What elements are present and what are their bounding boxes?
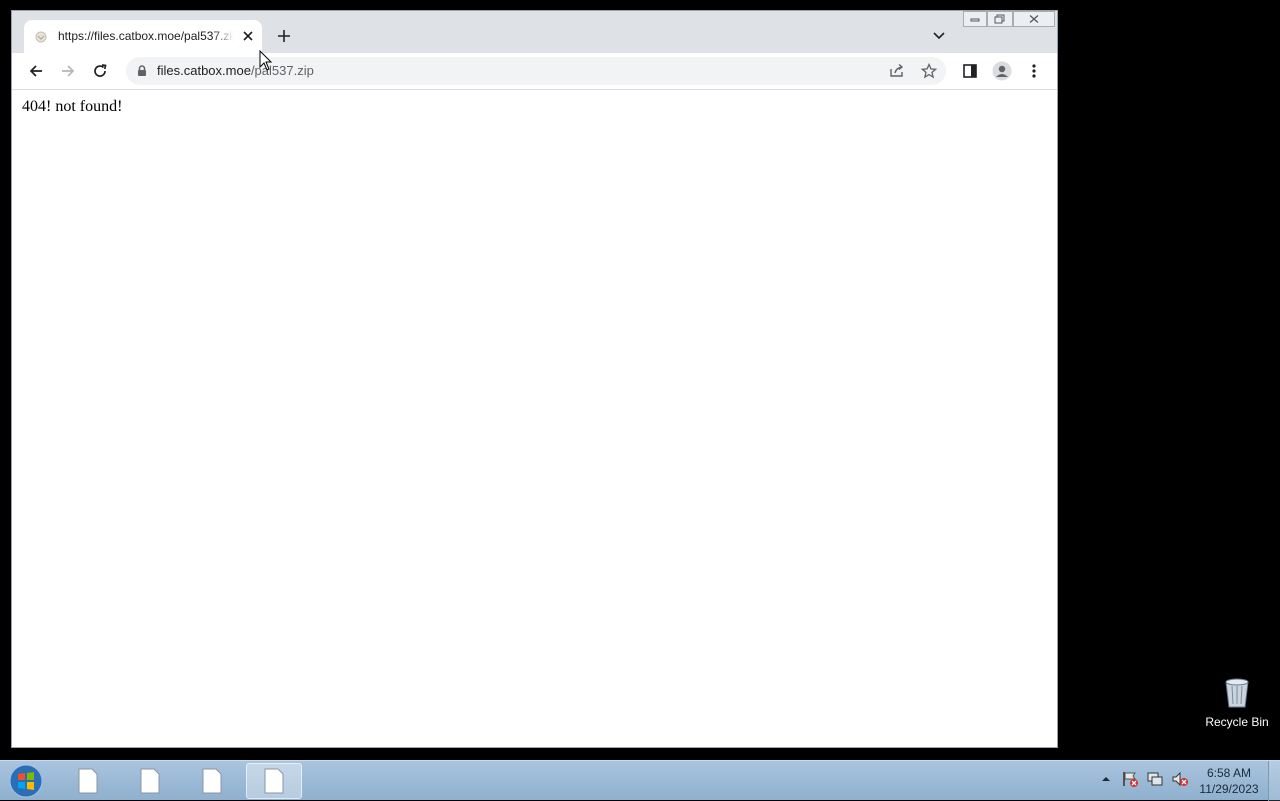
taskbar-item[interactable] <box>60 763 116 799</box>
volume-muted-icon[interactable] <box>1170 769 1190 789</box>
star-icon[interactable] <box>920 62 938 80</box>
new-tab-button[interactable] <box>273 25 295 47</box>
back-button[interactable] <box>24 59 48 83</box>
url-text[interactable]: files.catbox.moe/pal537.zip <box>157 63 314 78</box>
profile-icon[interactable] <box>990 59 1014 83</box>
address-bar[interactable]: files.catbox.moe/pal537.zip <box>126 57 946 85</box>
mouse-cursor-icon <box>259 49 273 72</box>
network-icon[interactable] <box>1145 769 1165 789</box>
tab-title: https://files.catbox.moe/pal537.zip <box>58 29 234 43</box>
show-hidden-icons-icon[interactable] <box>1096 769 1116 789</box>
clock-time: 6:58 AM <box>1206 766 1252 780</box>
close-icon[interactable] <box>240 28 256 44</box>
browser-window: https://files.catbox.moe/pal537.zip file… <box>11 10 1058 748</box>
show-desktop-button[interactable] <box>1268 761 1280 801</box>
taskbar: 6:58 AM 11/29/2023 <box>0 760 1280 801</box>
side-panel-icon[interactable] <box>958 59 982 83</box>
action-center-flag-icon[interactable] <box>1120 769 1140 789</box>
start-button[interactable] <box>6 763 46 799</box>
favicon-icon <box>34 30 48 44</box>
clock-date: 11/29/2023 <box>1199 782 1259 796</box>
reload-button[interactable] <box>88 59 112 83</box>
restore-button[interactable] <box>987 11 1013 27</box>
page-content: 404! not found! <box>12 90 1057 747</box>
forward-button[interactable] <box>56 59 80 83</box>
error-message: 404! not found! <box>22 98 123 115</box>
chevron-down-icon[interactable] <box>930 27 948 45</box>
taskbar-item-active[interactable] <box>246 763 302 799</box>
tab-strip: https://files.catbox.moe/pal537.zip <box>12 11 1057 53</box>
browser-tab[interactable]: https://files.catbox.moe/pal537.zip <box>24 20 262 53</box>
recycle-bin-label: Recycle Bin <box>1205 715 1269 729</box>
taskbar-item[interactable] <box>184 763 240 799</box>
lock-icon[interactable] <box>135 64 149 78</box>
taskbar-item[interactable] <box>122 763 178 799</box>
url-host: files.catbox.moe <box>157 63 251 78</box>
window-close-button[interactable] <box>1013 11 1055 27</box>
recycle-bin[interactable]: Recycle Bin <box>1200 676 1274 729</box>
share-icon[interactable] <box>888 62 906 80</box>
system-clock[interactable]: 6:58 AM 11/29/2023 <box>1192 765 1266 797</box>
recycle-bin-icon <box>1200 676 1274 713</box>
minimize-button[interactable] <box>963 11 987 27</box>
menu-icon[interactable] <box>1022 59 1046 83</box>
browser-toolbar: files.catbox.moe/pal537.zip <box>12 53 1057 90</box>
